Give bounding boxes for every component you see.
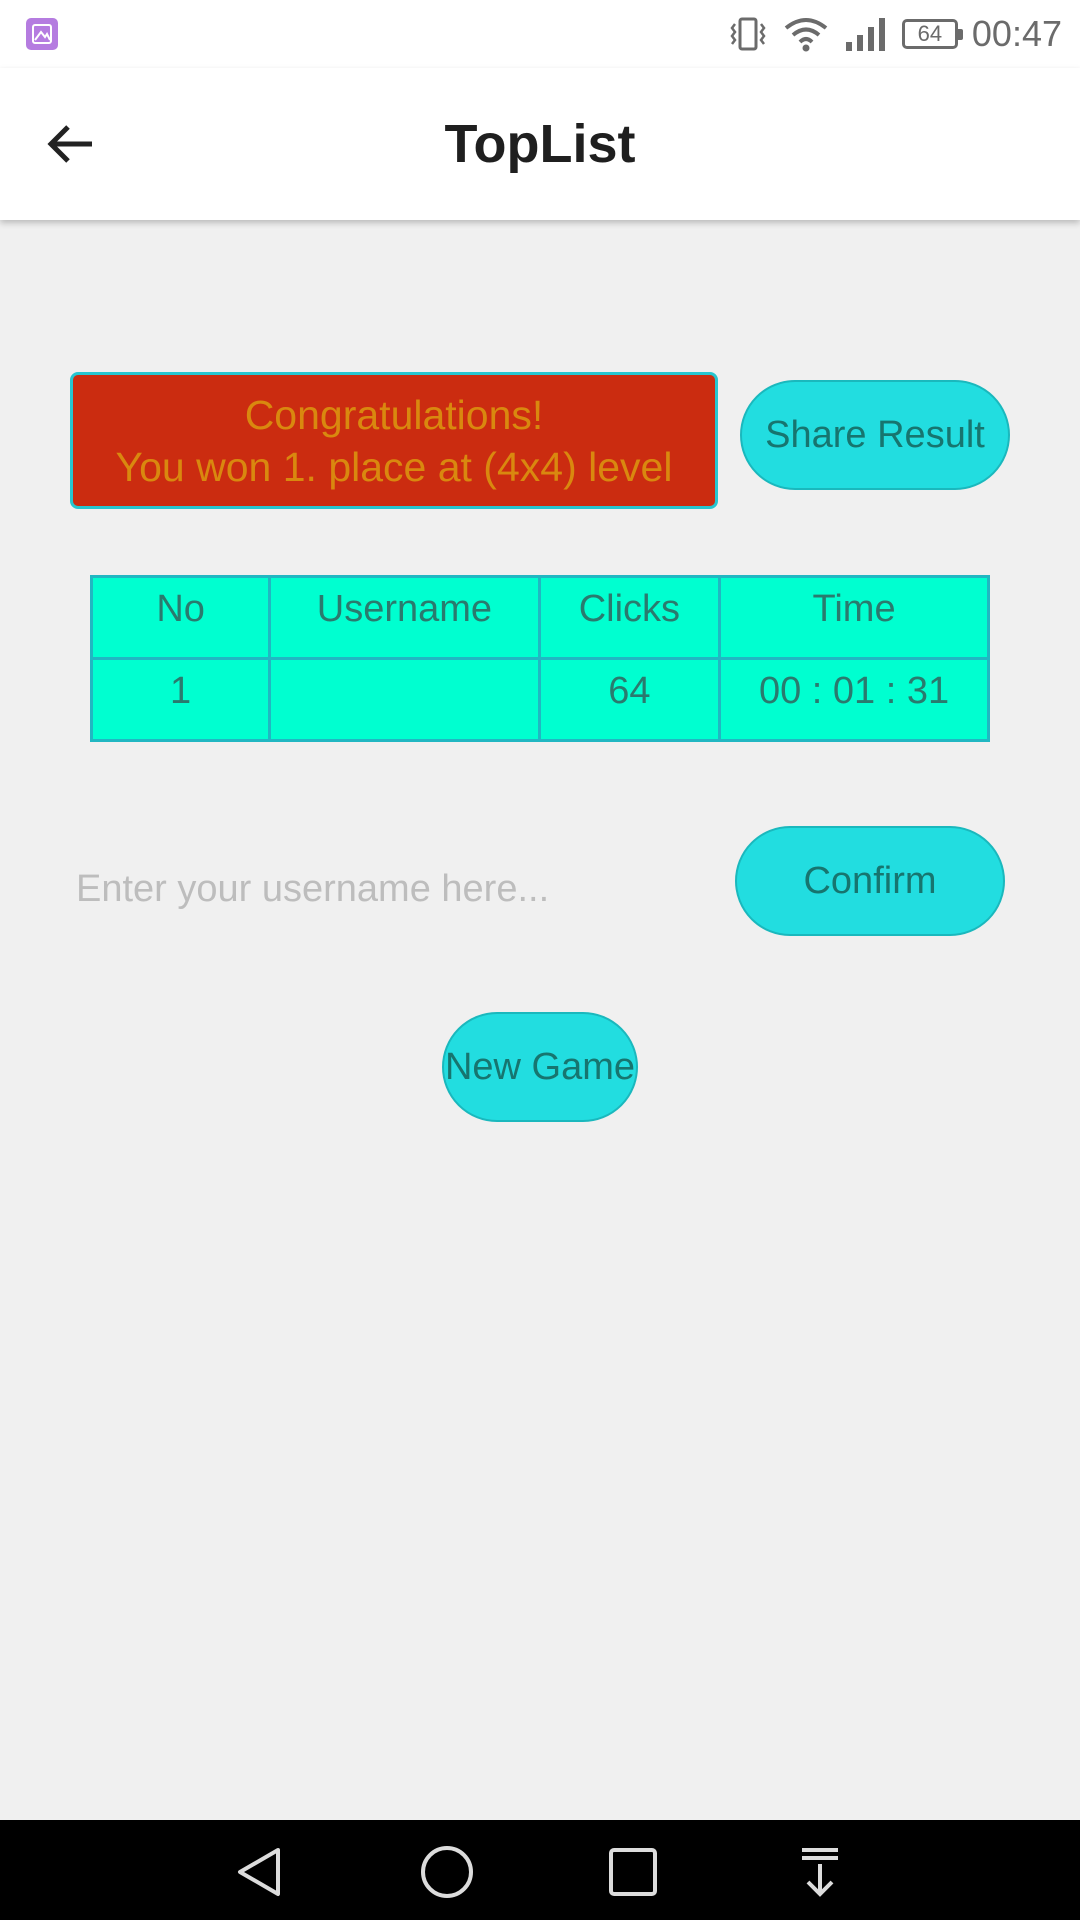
confirm-button[interactable]: Confirm — [735, 826, 1005, 936]
table-header-row: No Username Clicks Time — [89, 575, 990, 660]
app-bar: TopList — [0, 68, 1080, 220]
back-triangle-icon — [238, 1848, 280, 1896]
recents-square-icon — [609, 1848, 657, 1896]
vibrate-icon — [730, 17, 766, 51]
gallery-notification-icon — [26, 18, 58, 50]
header-no: No — [89, 575, 272, 660]
new-game-button[interactable]: New Game — [442, 1012, 638, 1122]
arrow-left-icon — [47, 125, 92, 163]
nav-back-button[interactable] — [230, 1842, 290, 1902]
battery-icon: 64 — [901, 19, 963, 49]
navigation-bar — [0, 1820, 1080, 1920]
nav-recents-button[interactable] — [603, 1842, 663, 1902]
toplist-screen: 64 00:47 TopList Congratulations! You wo… — [0, 0, 1080, 1920]
cell-username — [268, 657, 541, 742]
status-time: 00:47 — [971, 13, 1062, 54]
page-title: TopList — [444, 114, 636, 174]
status-icons: 64 00:47 — [728, 12, 1062, 56]
back-button[interactable] — [36, 114, 106, 174]
home-circle-icon — [421, 1846, 473, 1898]
signal-icon — [845, 18, 885, 51]
table-row: 1 64 00 : 01 : 31 — [89, 657, 990, 742]
score-table: No Username Clicks Time 1 64 00 : 01 : 3… — [89, 575, 990, 742]
share-result-button[interactable]: Share Result — [740, 380, 1010, 490]
status-bar: 64 00:47 — [0, 0, 1080, 68]
header-clicks: Clicks — [537, 575, 722, 660]
wifi-icon — [784, 18, 828, 52]
cell-clicks: 64 — [537, 657, 722, 742]
username-input[interactable] — [76, 854, 676, 924]
congratulations-banner: Congratulations! You won 1. place at (4x… — [70, 372, 718, 509]
header-time: Time — [718, 575, 990, 660]
cell-no: 1 — [89, 657, 272, 742]
congratulations-title: Congratulations! — [244, 391, 544, 438]
nav-home-button[interactable] — [417, 1842, 477, 1902]
notification-pull-icon — [802, 1848, 838, 1897]
nav-notification-button[interactable] — [790, 1842, 850, 1902]
cell-time: 00 : 01 : 31 — [718, 657, 990, 742]
header-username: Username — [268, 575, 541, 660]
battery-level: 64 — [917, 21, 943, 46]
congratulations-message: You won 1. place at (4x4) level — [115, 443, 673, 490]
